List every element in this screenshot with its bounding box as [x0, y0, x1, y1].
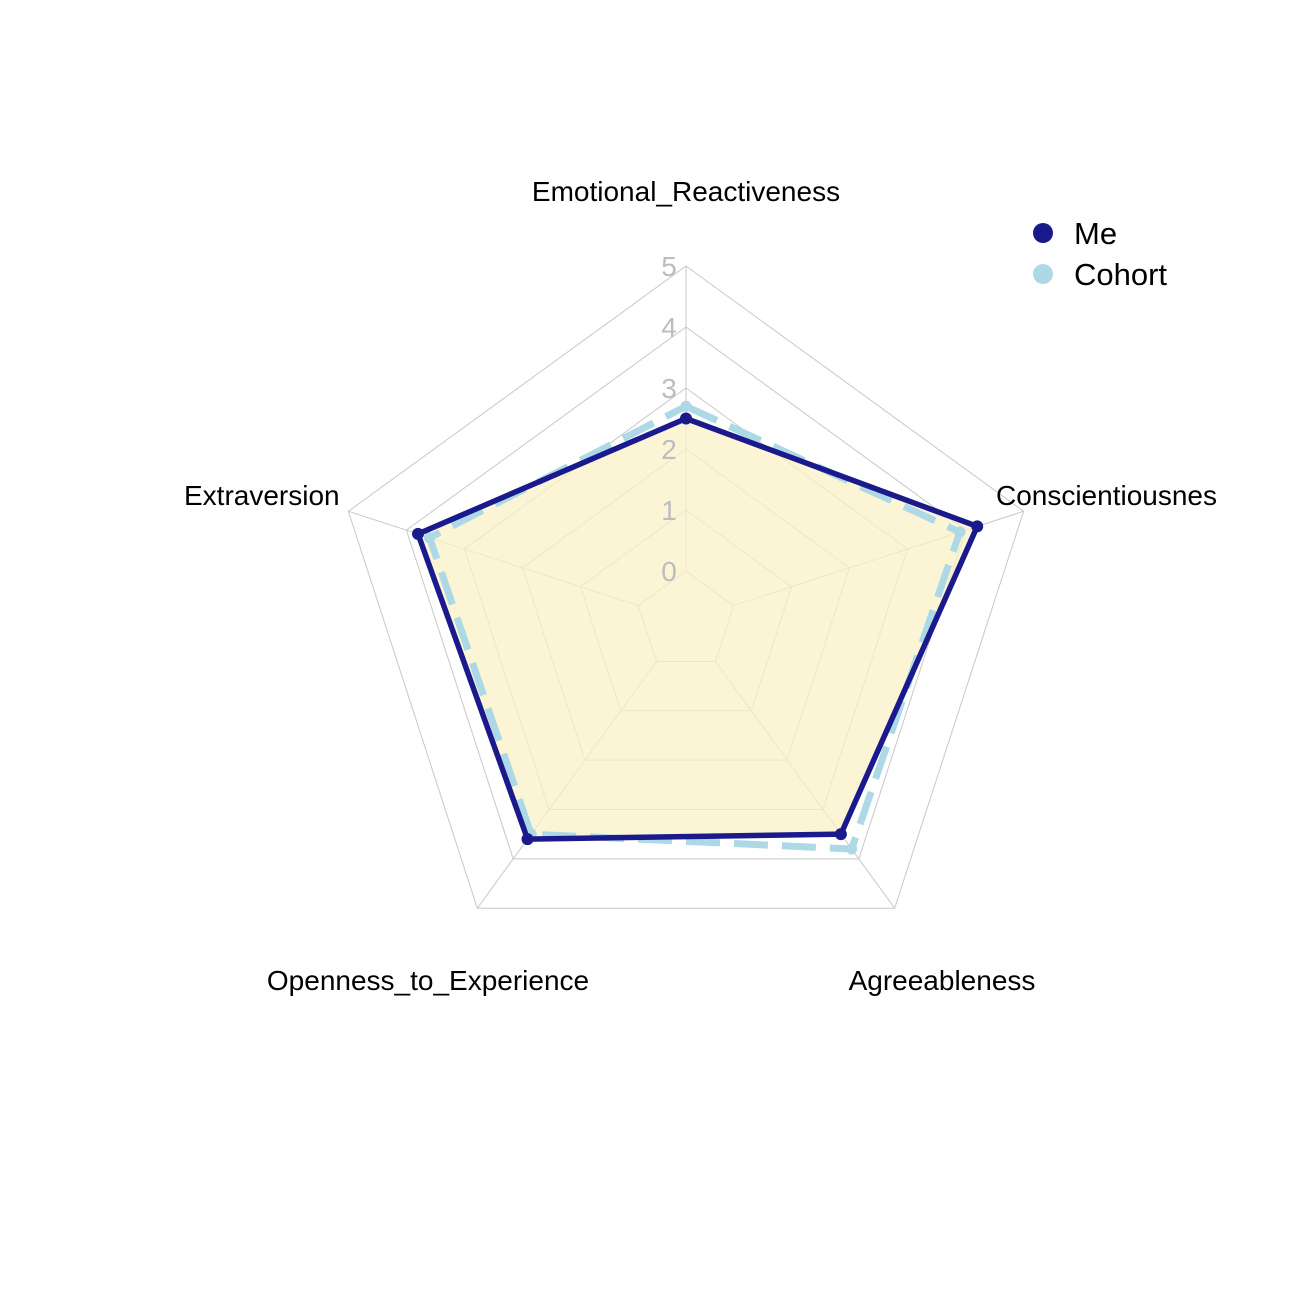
tick-label: 1 — [661, 495, 677, 526]
tick-label: 4 — [661, 312, 677, 343]
legend-label-0: Me — [1074, 216, 1117, 251]
tick-label: 2 — [661, 434, 677, 465]
series-me-point-4 — [411, 527, 424, 540]
radar-series — [411, 400, 984, 855]
legend: Me Cohort — [1033, 216, 1167, 292]
series-cohort-point-4 — [424, 532, 436, 544]
axis-label-3: Openness_to_Experience — [267, 965, 589, 996]
series-cohort-point-0 — [680, 400, 692, 412]
axis-label-2: Agreeableness — [849, 965, 1036, 996]
radar-chart-svg: 0 1 2 3 4 5 Emotional_Reactiveness Conscientio… — [184, 176, 1217, 996]
series-me-point-1 — [971, 520, 984, 533]
radar-chart: 0 1 2 3 4 5 Emotional_Reactiveness Conscientio… — [0, 0, 1296, 1296]
series-me-point-3 — [521, 833, 534, 846]
series-cohort-point-1 — [954, 526, 966, 538]
axis-label-0: Emotional_Reactiveness — [532, 176, 840, 207]
tick-label: 5 — [661, 251, 677, 282]
tick-label: 0 — [661, 556, 677, 587]
legend-swatch-1 — [1033, 264, 1053, 284]
series-me-point-0 — [680, 412, 692, 425]
series-me-point-2 — [834, 828, 847, 841]
legend-label-1: Cohort — [1074, 257, 1167, 292]
series-me-area — [417, 418, 978, 840]
tick-label: 3 — [661, 373, 677, 404]
axis-label-1: Conscientiousnes — [996, 480, 1217, 511]
legend-swatch-0 — [1033, 223, 1053, 243]
axis-label-4: Extraversion — [184, 480, 340, 511]
series-cohort-point-2 — [846, 843, 858, 855]
